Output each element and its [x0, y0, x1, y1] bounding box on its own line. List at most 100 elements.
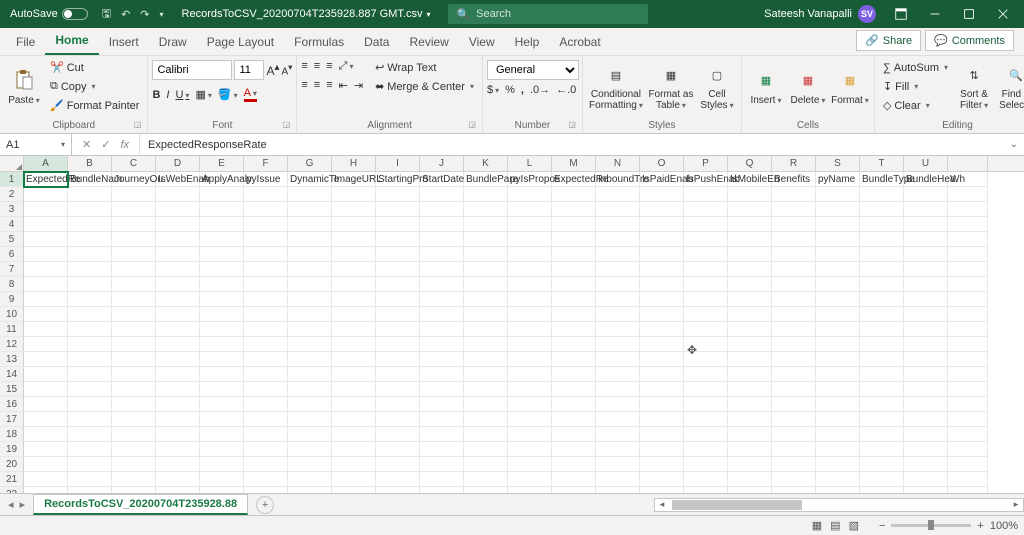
cell[interactable] — [904, 412, 948, 427]
format-as-table-button[interactable]: ▦Format as Table — [647, 58, 695, 116]
cell[interactable] — [816, 247, 860, 262]
cell[interactable] — [288, 232, 332, 247]
column-header[interactable]: F — [244, 156, 288, 171]
cell[interactable] — [728, 427, 772, 442]
cell[interactable] — [640, 472, 684, 487]
column-header[interactable]: J — [420, 156, 464, 171]
cell[interactable] — [420, 217, 464, 232]
cell[interactable] — [596, 187, 640, 202]
cell[interactable] — [376, 217, 420, 232]
format-painter-button[interactable]: 🖌️Format Painter — [46, 96, 143, 115]
cell[interactable] — [332, 442, 376, 457]
cell[interactable] — [860, 307, 904, 322]
cell[interactable] — [728, 187, 772, 202]
cell[interactable] — [728, 322, 772, 337]
cell[interactable] — [640, 352, 684, 367]
cell[interactable] — [68, 382, 112, 397]
cell[interactable] — [112, 232, 156, 247]
cell[interactable] — [508, 202, 552, 217]
name-box[interactable]: A1▾ — [0, 134, 72, 155]
cell[interactable] — [552, 187, 596, 202]
align-bottom-icon[interactable]: ≡ — [326, 60, 332, 73]
cell[interactable]: BundleType — [860, 172, 904, 187]
tab-draw[interactable]: Draw — [149, 29, 197, 55]
cell[interactable] — [332, 427, 376, 442]
cell[interactable] — [68, 202, 112, 217]
increase-font-icon[interactable]: A▴ — [266, 62, 279, 78]
cell[interactable] — [464, 262, 508, 277]
cell[interactable] — [112, 472, 156, 487]
cell[interactable] — [244, 442, 288, 457]
cell[interactable] — [288, 397, 332, 412]
cell[interactable] — [508, 427, 552, 442]
row-header[interactable]: 18 — [0, 427, 24, 442]
tab-home[interactable]: Home — [45, 27, 98, 55]
cell[interactable] — [332, 352, 376, 367]
cell[interactable] — [596, 247, 640, 262]
cell[interactable] — [68, 307, 112, 322]
cell[interactable] — [860, 202, 904, 217]
cell[interactable] — [376, 292, 420, 307]
cell[interactable] — [68, 427, 112, 442]
column-header[interactable]: U — [904, 156, 948, 171]
column-header[interactable]: G — [288, 156, 332, 171]
tab-page-layout[interactable]: Page Layout — [197, 29, 284, 55]
cell[interactable] — [728, 307, 772, 322]
cell[interactable] — [508, 247, 552, 262]
cell[interactable] — [464, 277, 508, 292]
cell[interactable] — [420, 307, 464, 322]
cell[interactable] — [464, 382, 508, 397]
cell[interactable]: IsWebEnab — [156, 172, 200, 187]
cell[interactable] — [332, 277, 376, 292]
cell[interactable] — [156, 427, 200, 442]
cell[interactable] — [68, 247, 112, 262]
cell[interactable] — [68, 397, 112, 412]
cell[interactable] — [112, 217, 156, 232]
cell[interactable] — [948, 427, 988, 442]
cell[interactable] — [244, 352, 288, 367]
cell-styles-button[interactable]: ▢Cell Styles — [697, 58, 737, 116]
insert-cells-button[interactable]: ▦Insert — [746, 58, 786, 116]
cell[interactable] — [244, 277, 288, 292]
cell[interactable] — [332, 262, 376, 277]
cell[interactable] — [948, 442, 988, 457]
cell[interactable] — [508, 382, 552, 397]
cell[interactable] — [376, 427, 420, 442]
cell[interactable] — [640, 187, 684, 202]
cell[interactable] — [816, 472, 860, 487]
clear-button[interactable]: ◇Clear — [879, 96, 952, 115]
cell[interactable] — [640, 262, 684, 277]
cell[interactable] — [288, 262, 332, 277]
cell[interactable] — [420, 442, 464, 457]
cell[interactable] — [860, 487, 904, 493]
cell[interactable] — [24, 367, 68, 382]
cell[interactable] — [948, 472, 988, 487]
cell[interactable] — [860, 427, 904, 442]
cell[interactable] — [68, 337, 112, 352]
cell[interactable] — [552, 427, 596, 442]
row-header[interactable]: 16 — [0, 397, 24, 412]
cell[interactable] — [244, 367, 288, 382]
bold-button[interactable]: B — [152, 89, 160, 101]
cell[interactable] — [640, 277, 684, 292]
tab-formulas[interactable]: Formulas — [284, 29, 354, 55]
cell[interactable]: StartingPro — [376, 172, 420, 187]
cell[interactable] — [508, 367, 552, 382]
cell[interactable] — [332, 382, 376, 397]
cell[interactable] — [288, 307, 332, 322]
dialog-launcher-icon[interactable]: ◲ — [134, 120, 142, 129]
cell[interactable] — [24, 412, 68, 427]
cell[interactable]: pyIsPropos — [508, 172, 552, 187]
cell[interactable] — [288, 277, 332, 292]
cell[interactable] — [68, 352, 112, 367]
row-header[interactable]: 4 — [0, 217, 24, 232]
cell[interactable] — [816, 412, 860, 427]
cell[interactable] — [508, 472, 552, 487]
row-header[interactable]: 17 — [0, 412, 24, 427]
cell[interactable] — [156, 442, 200, 457]
cell[interactable]: pyName — [816, 172, 860, 187]
wrap-text-button[interactable]: ↩Wrap Text — [371, 58, 478, 77]
cell[interactable] — [596, 397, 640, 412]
cell[interactable] — [684, 352, 728, 367]
cell[interactable] — [464, 202, 508, 217]
